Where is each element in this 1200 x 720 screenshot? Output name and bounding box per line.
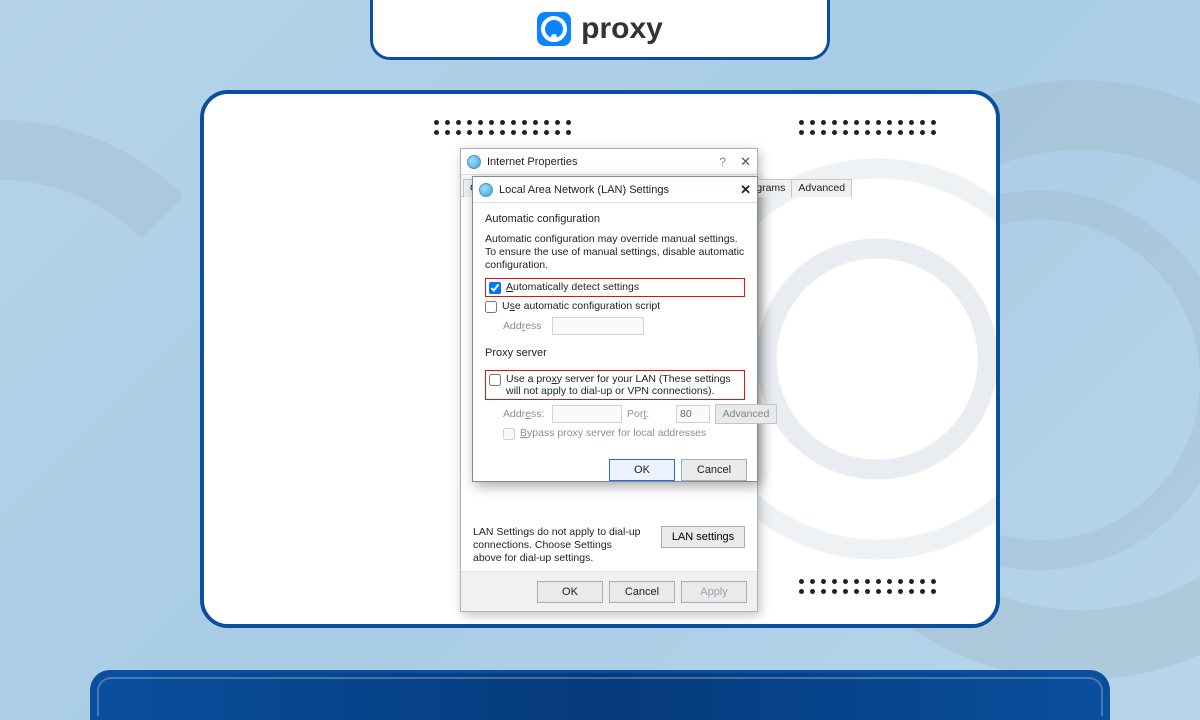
decor-dots — [434, 130, 571, 135]
advanced-button[interactable]: Advanced — [715, 404, 777, 424]
dialog-footer: OK Cancel — [473, 451, 757, 491]
decor-dots — [799, 120, 936, 125]
lan-settings-window: Local Area Network (LAN) Settings ✕ Auto… — [472, 176, 758, 482]
bypass-label: Bypass proxy server for local addresses — [520, 427, 706, 439]
apply-button[interactable]: Apply — [681, 581, 747, 603]
proxy-port-input[interactable] — [676, 405, 710, 423]
decor-dots — [434, 120, 571, 125]
globe-icon — [467, 155, 481, 169]
decor-dots — [799, 589, 936, 594]
auto-script-label: Use automatic configuration script — [502, 300, 660, 312]
lan-note: LAN Settings do not apply to dial-up con… — [473, 526, 643, 565]
close-icon[interactable]: ✕ — [740, 154, 751, 170]
bypass-checkbox[interactable]: Bypass proxy server for local addresses — [503, 427, 745, 440]
proxy-address-label: Address: — [503, 408, 547, 420]
script-address-label: Address — [503, 320, 547, 332]
auto-config-desc: Automatic configuration may override man… — [485, 233, 745, 272]
group-heading-proxy: Proxy server — [485, 347, 747, 359]
decor-dots — [799, 579, 936, 584]
tab-advanced[interactable]: Advanced — [791, 179, 852, 197]
bottom-banner — [90, 670, 1110, 720]
bypass-input[interactable] — [503, 428, 515, 440]
help-icon[interactable]: ? — [719, 155, 726, 169]
window-title: Internet Properties — [487, 156, 713, 168]
brand-name: proxy — [581, 12, 663, 46]
window-title: Local Area Network (LAN) Settings — [499, 184, 734, 196]
dialog-footer: OK Cancel Apply — [461, 571, 757, 611]
lan-settings-button[interactable]: LAN settings — [661, 526, 745, 548]
script-address-input[interactable] — [552, 317, 644, 335]
brand-logo-icon — [537, 12, 571, 46]
globe-icon — [479, 183, 493, 197]
auto-script-input[interactable] — [485, 301, 497, 313]
decor-dots — [799, 130, 936, 135]
ok-button[interactable]: OK — [609, 459, 675, 481]
close-icon[interactable]: ✕ — [740, 182, 751, 198]
titlebar: Internet Properties ? ✕ — [461, 149, 757, 175]
ok-button[interactable]: OK — [537, 581, 603, 603]
cancel-button[interactable]: Cancel — [681, 459, 747, 481]
content-frame: Internet Properties ? ✕ General Security… — [200, 90, 1000, 628]
cancel-button[interactable]: Cancel — [609, 581, 675, 603]
proxy-address-input[interactable] — [552, 405, 622, 423]
titlebar: Local Area Network (LAN) Settings ✕ — [473, 177, 757, 203]
auto-detect-input[interactable] — [489, 282, 501, 294]
auto-script-checkbox[interactable]: Use automatic configuration script — [485, 300, 745, 313]
group-heading-auto: Automatic configuration — [485, 213, 747, 225]
auto-detect-checkbox[interactable]: Automatically detect settings — [485, 278, 745, 297]
use-proxy-checkbox[interactable]: Use a proxy server for your LAN (These s… — [485, 370, 745, 400]
proxy-port-label: Port: — [627, 408, 671, 420]
use-proxy-input[interactable] — [489, 374, 501, 386]
brand-banner: proxy — [370, 0, 830, 60]
use-proxy-label: Use a proxy server for your LAN (These s… — [506, 373, 741, 397]
